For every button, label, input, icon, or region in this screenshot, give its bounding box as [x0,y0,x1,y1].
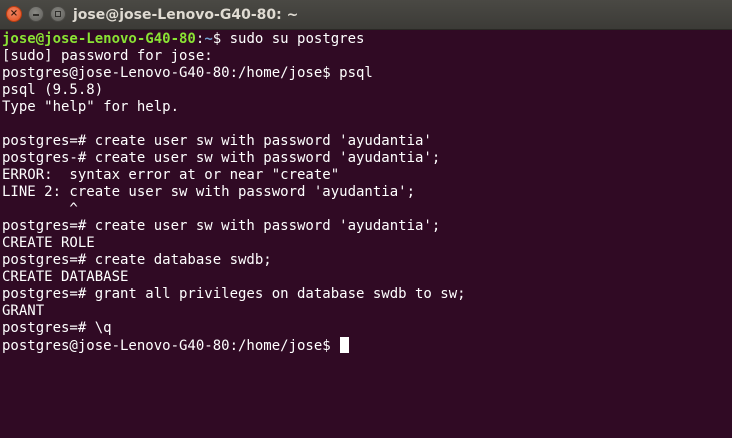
title-bar[interactable]: × jose@jose-Lenovo-G40-80: ~ [0,0,732,30]
terminal-line: postgres-# create user sw with password … [2,150,441,166]
terminal-line: ^ [2,201,78,217]
terminal-line: CREATE DATABASE [2,269,129,285]
terminal-line: postgres=# grant all privileges on datab… [2,286,466,302]
terminal-line: psql (9.5.8) [2,82,104,98]
terminal-line: [sudo] password for jose: [2,48,213,64]
maximize-button[interactable] [50,6,66,22]
window-title: jose@jose-Lenovo-G40-80: ~ [73,7,299,23]
close-button[interactable]: × [6,6,22,22]
maximize-icon [55,11,61,17]
terminal-line: postgres=# create user sw with password … [2,133,432,149]
terminal-line: postgres@jose-Lenovo-G40-80:/home/jose$ … [2,65,373,81]
terminal-line: Type "help" for help. [2,99,180,115]
terminal-area[interactable]: jose@jose-Lenovo-G40-80:~$ sudo su postg… [0,31,732,438]
close-icon: × [9,8,19,19]
prompt-path: ~ [204,31,213,47]
terminal-line: CREATE ROLE [2,235,95,251]
terminal-window: × jose@jose-Lenovo-G40-80: ~ jose@jose-L… [0,0,732,438]
minimize-button[interactable] [28,6,44,22]
current-prompt: postgres@jose-Lenovo-G40-80:/home/jose$ [2,338,340,354]
minimize-icon [33,14,39,16]
terminal-line: postgres=# create database swdb; [2,252,272,268]
terminal-line: ERROR: syntax error at or near "create" [2,167,340,183]
terminal-line: postgres=# create user sw with password … [2,218,441,234]
terminal-first-prompt-line: jose@jose-Lenovo-G40-80:~$ sudo su postg… [2,31,732,48]
text-cursor [340,337,350,353]
prompt-command: sudo su postgres [229,31,365,47]
terminal-line: LINE 2: create user sw with password 'ay… [2,184,416,200]
terminal-line: GRANT [2,303,45,319]
terminal-line: postgres=# \q [2,320,112,336]
prompt-symbol: $ [212,31,230,47]
prompt-user-host: jose@jose-Lenovo-G40-80 [2,31,196,47]
terminal-current-prompt-line[interactable]: postgres@jose-Lenovo-G40-80:/home/jose$ [2,337,732,354]
